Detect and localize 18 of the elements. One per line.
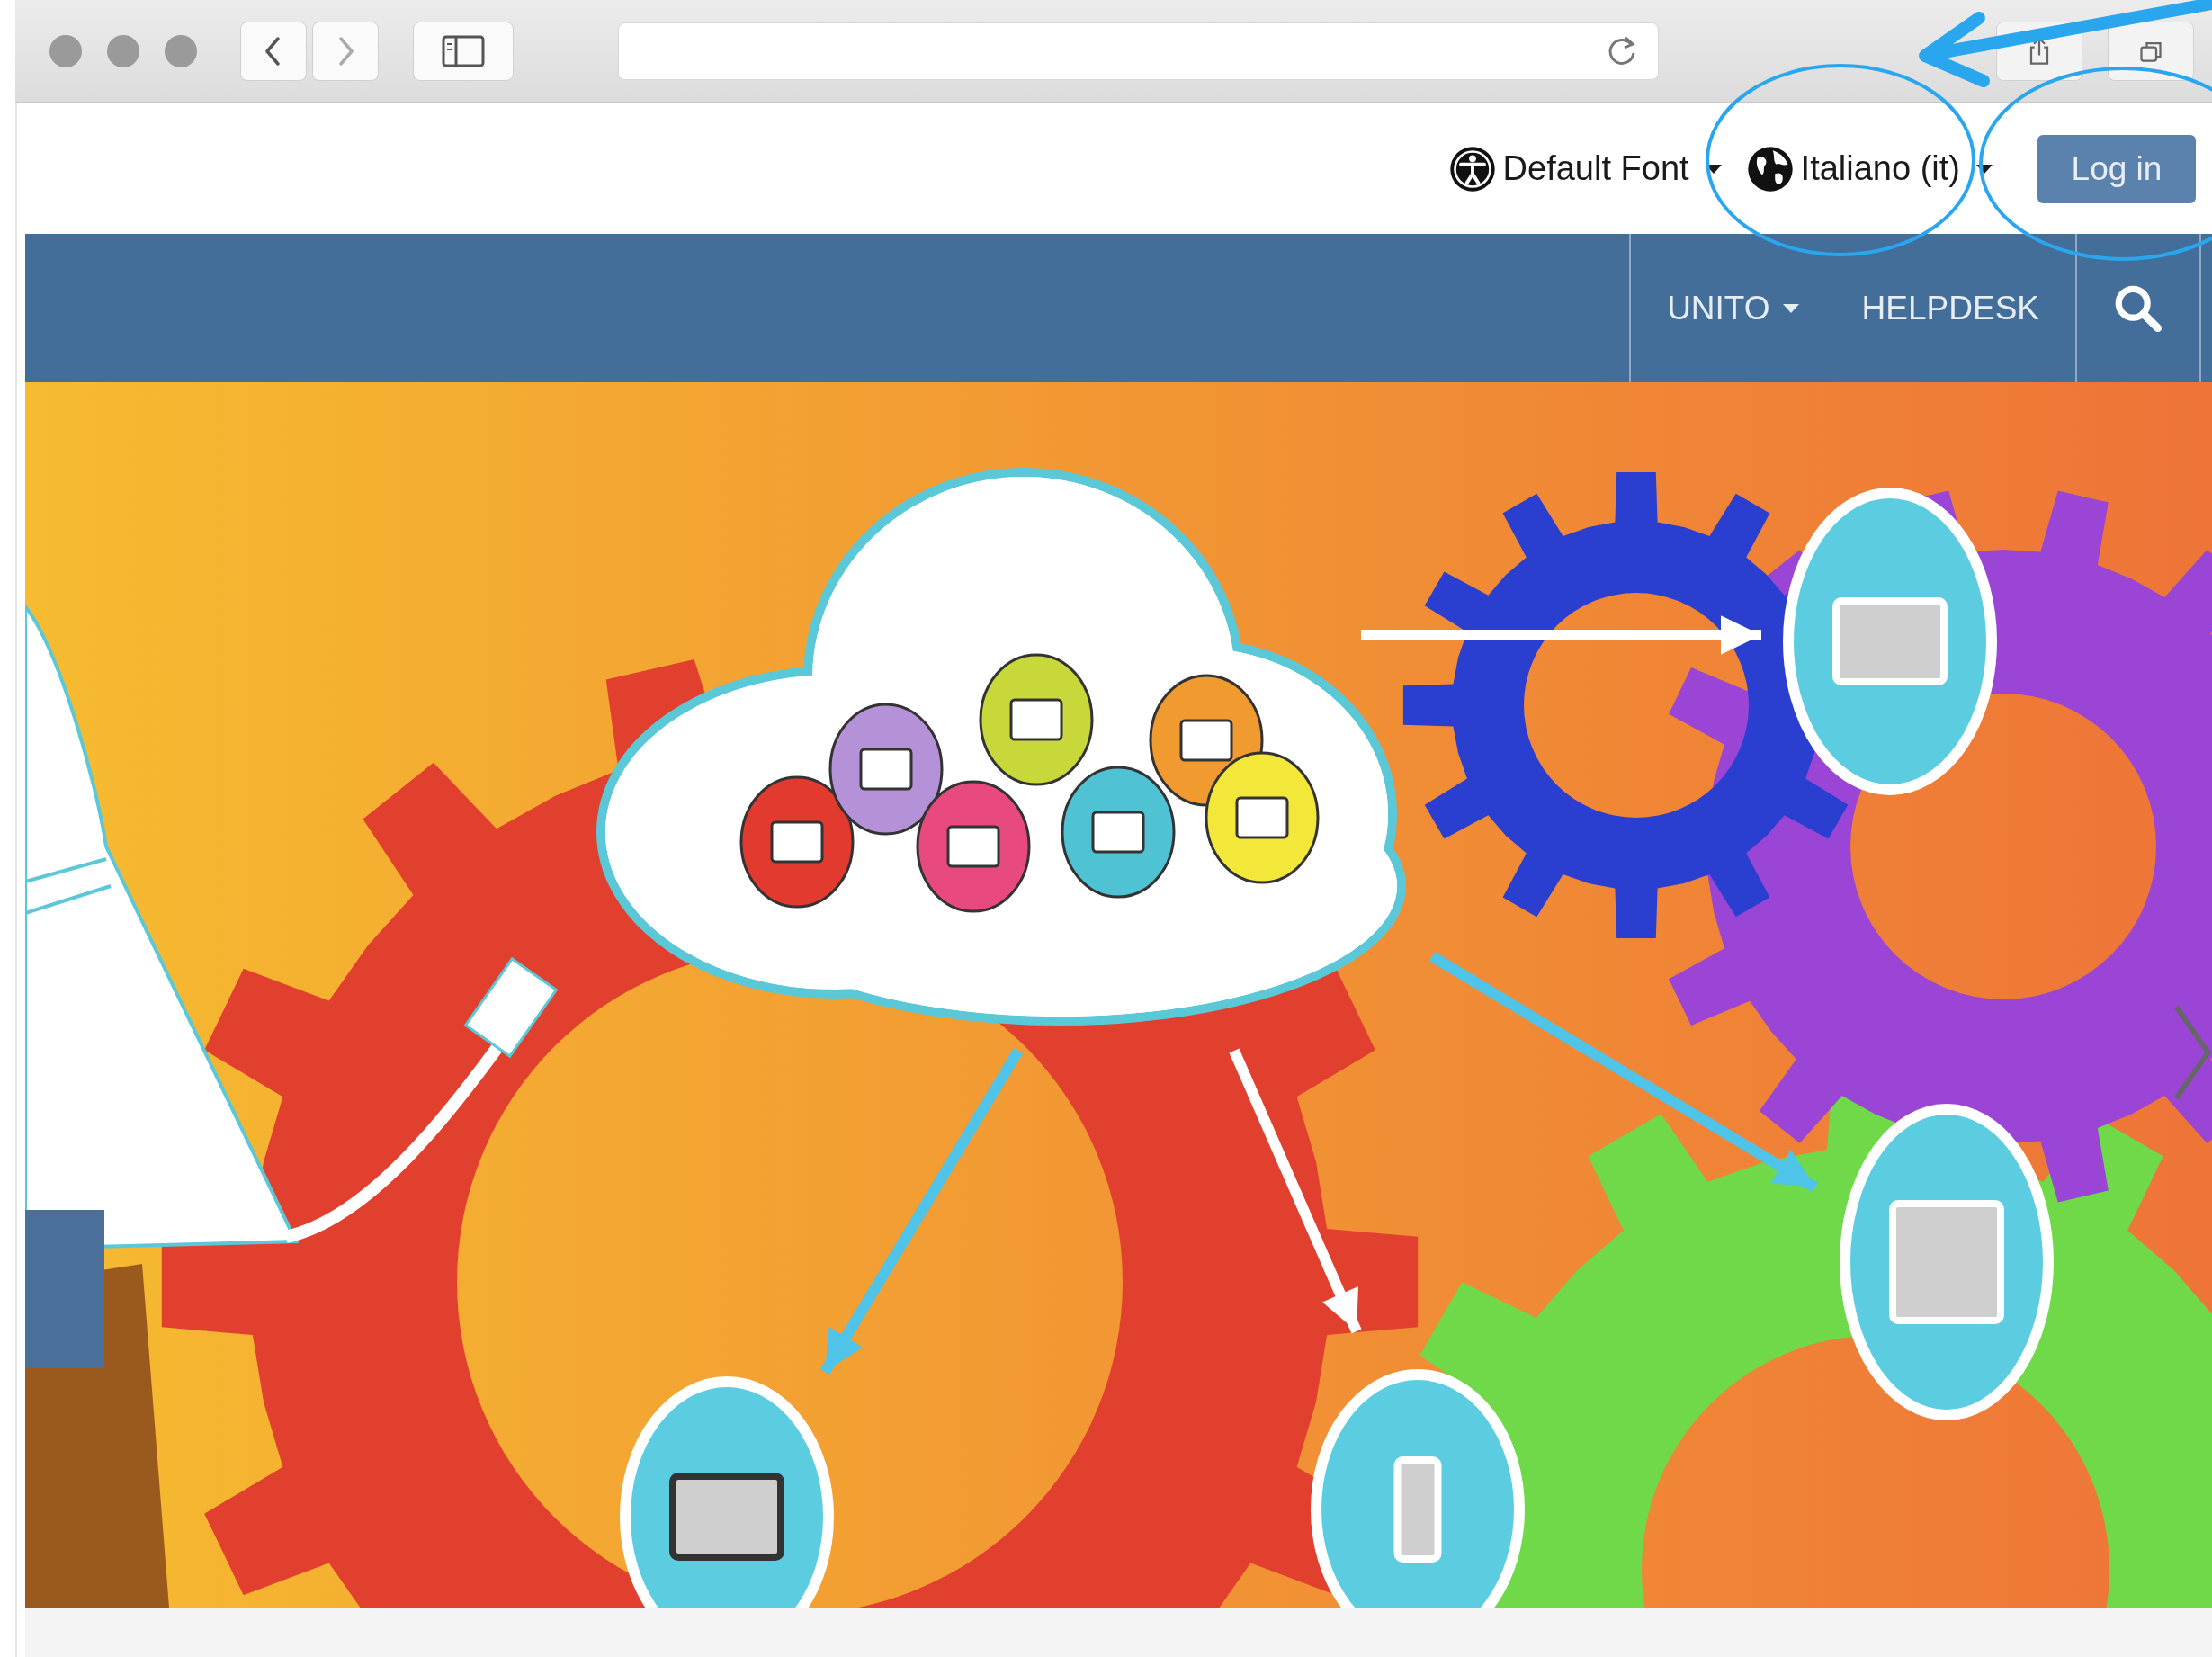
- forward-button[interactable]: [312, 21, 379, 81]
- back-button[interactable]: [240, 21, 307, 81]
- search-button[interactable]: [2075, 234, 2201, 382]
- address-field[interactable]: [618, 22, 1659, 80]
- accessibility-icon: [1448, 145, 1496, 193]
- nav-link[interactable]: HELPDESK: [1861, 289, 2039, 327]
- window-control-dot[interactable]: [49, 34, 82, 67]
- tabs-button[interactable]: [2108, 21, 2194, 81]
- font-menu[interactable]: Default Font: [1448, 145, 1722, 193]
- nav-link[interactable]: UNITO: [1667, 289, 1799, 327]
- login-button[interactable]: Log in: [2037, 134, 2196, 203]
- globe-icon: [1746, 145, 1794, 193]
- chevron-right-icon[interactable]: [2172, 1003, 2212, 1102]
- sidebar-button[interactable]: [413, 21, 514, 81]
- sidebar-icon: [442, 34, 485, 67]
- window-control-dot[interactable]: [165, 34, 197, 67]
- language-menu[interactable]: Italiano (it): [1746, 145, 1993, 193]
- window-control-dot[interactable]: [107, 34, 139, 67]
